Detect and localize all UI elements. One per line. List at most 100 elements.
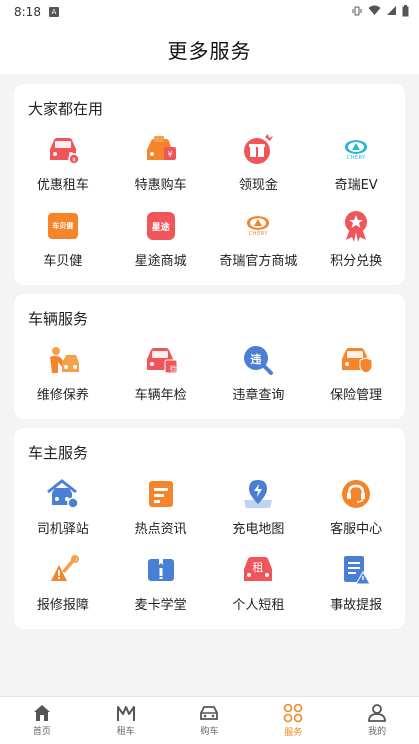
bottom-tab-bar: 首页 租车 购车 服务 我的 <box>0 696 419 744</box>
xingtu-logo-text: 星途 <box>151 222 170 233</box>
service-xingtu-mall[interactable]: 星途 星途商城 <box>112 209 210 269</box>
service-label: 星途商城 <box>134 254 187 269</box>
header: 更多服务 <box>0 24 419 74</box>
service-hot-news[interactable]: 热点资讯 <box>112 477 210 537</box>
chebeijian-logo-text: 车贝健 <box>52 222 74 230</box>
chery-ev-logo-text: CHERY <box>346 155 366 161</box>
service-label: 报修报障 <box>36 598 89 613</box>
service-label: 领现金 <box>238 178 278 193</box>
service-points-exchange[interactable]: 积分兑换 <box>307 209 405 269</box>
service-maika-school[interactable]: 麦卡学堂 <box>112 553 210 613</box>
special-offer-purchase-icon: ¥ <box>144 133 178 167</box>
section-owner-services: 车主服务 司机驿站 热点资讯 充电地图 客服中心 报修报障 麦卡学堂 租 个人短… <box>14 428 405 629</box>
rental-icon <box>116 706 135 721</box>
charging-map-icon <box>241 477 275 511</box>
chery-official-mall-icon: CHERY <box>241 209 275 243</box>
annual-inspection-icon: 检 <box>144 343 178 377</box>
service-label: 保险管理 <box>330 388 383 403</box>
chery-logo-text: CHERY <box>248 231 268 237</box>
notification-icon: A <box>48 7 59 17</box>
service-maintenance[interactable]: 维修保养 <box>14 343 112 403</box>
service-personal-short-rental[interactable]: 租 个人短租 <box>210 553 308 613</box>
service-label: 积分兑换 <box>330 254 383 269</box>
vibrate-icon <box>351 5 363 20</box>
maintenance-icon <box>46 343 80 377</box>
driver-station-icon <box>46 477 80 511</box>
battery-icon <box>402 4 409 20</box>
wifi-icon <box>368 5 381 19</box>
discount-rental-car-icon: ¥ <box>46 133 80 167</box>
service-label: 充电地图 <box>232 522 285 537</box>
insurance-icon <box>339 343 373 377</box>
service-label: 司机驿站 <box>36 522 89 537</box>
section-title: 大家都在用 <box>28 100 104 118</box>
service-label: 特惠购车 <box>134 178 187 193</box>
tab-label: 租车 <box>116 727 135 737</box>
services-icon <box>283 703 303 723</box>
service-chery-ev[interactable]: CHERY 奇瑞EV <box>307 133 405 193</box>
service-charging-map[interactable]: 充电地图 <box>210 477 308 537</box>
status-bar: 8:18 A <box>0 0 419 24</box>
service-label: 热点资讯 <box>134 522 187 537</box>
service-discount-rental[interactable]: ¥ 优惠租车 <box>14 133 112 193</box>
personal-short-rental-icon: 租 <box>241 553 275 587</box>
status-time: 8:18 <box>14 5 41 19</box>
service-driver-station[interactable]: 司机驿站 <box>14 477 112 537</box>
home-icon <box>33 705 50 721</box>
service-label: 优惠租车 <box>36 178 89 193</box>
service-annual-inspection[interactable]: 检 车辆年检 <box>112 343 210 403</box>
profile-icon <box>368 704 386 722</box>
tab-services[interactable]: 服务 <box>251 697 335 744</box>
tab-profile[interactable]: 我的 <box>335 697 419 744</box>
chebeijian-logo-icon: 车贝健 <box>46 209 80 243</box>
service-cash-gift[interactable]: 领现金 <box>210 133 308 193</box>
rental-badge: 租 <box>252 561 264 574</box>
service-label: 违章查询 <box>232 388 285 403</box>
service-label: 奇瑞官方商城 <box>219 254 298 269</box>
page-title: 更多服务 <box>167 38 252 63</box>
signal-icon <box>386 5 397 19</box>
service-label: 车贝健 <box>43 254 83 269</box>
service-chebeijian[interactable]: 车贝健 车贝健 <box>14 209 112 269</box>
section-vehicle-services: 车辆服务 维修保养 检 车辆年检 违 违章查询 保险管理 <box>14 294 405 419</box>
service-label: 维修保养 <box>36 388 89 403</box>
section-title: 车辆服务 <box>28 310 89 328</box>
service-label: 事故提报 <box>330 598 383 613</box>
points-exchange-icon <box>339 209 373 243</box>
maika-school-icon <box>144 553 178 587</box>
tab-buy-car[interactable]: 购车 <box>168 697 252 744</box>
service-customer-service[interactable]: 客服中心 <box>307 477 405 537</box>
customer-service-icon <box>339 477 373 511</box>
service-label: 奇瑞EV <box>334 178 378 193</box>
service-repair-report[interactable]: 报修报障 <box>14 553 112 613</box>
section-title: 车主服务 <box>28 444 89 462</box>
tab-label: 服务 <box>284 728 303 738</box>
violation-query-icon: 违 <box>241 343 275 377</box>
service-violation-query[interactable]: 违 违章查询 <box>210 343 308 403</box>
service-label: 个人短租 <box>232 598 285 613</box>
cash-gift-icon <box>241 133 275 167</box>
service-accident-report[interactable]: 事故提报 <box>307 553 405 613</box>
tab-label: 我的 <box>368 727 387 737</box>
service-label: 车辆年检 <box>134 388 187 403</box>
violation-badge: 违 <box>250 353 262 366</box>
main-content: 大家都在用 ¥ 优惠租车 ¥ 特惠购车 领现金 CHERY 奇瑞EV 车贝健 车… <box>0 74 419 629</box>
service-label: 客服中心 <box>330 522 383 537</box>
tab-rental[interactable]: 租车 <box>84 697 168 744</box>
service-special-purchase[interactable]: ¥ 特惠购车 <box>112 133 210 193</box>
service-chery-official-mall[interactable]: CHERY 奇瑞官方商城 <box>210 209 308 269</box>
service-label: 麦卡学堂 <box>134 598 187 613</box>
chery-ev-logo-icon: CHERY <box>339 133 373 167</box>
tab-label: 首页 <box>32 727 51 737</box>
svg-text:¥: ¥ <box>167 150 172 159</box>
xingtu-mall-logo-icon: 星途 <box>144 209 178 243</box>
tab-home[interactable]: 首页 <box>0 697 84 744</box>
section-popular: 大家都在用 ¥ 优惠租车 ¥ 特惠购车 领现金 CHERY 奇瑞EV 车贝健 车… <box>14 84 405 285</box>
accident-report-icon <box>339 553 373 587</box>
hot-news-icon <box>144 477 178 511</box>
inspection-badge: 检 <box>169 365 177 373</box>
tab-label: 购车 <box>200 727 219 737</box>
service-insurance[interactable]: 保险管理 <box>307 343 405 403</box>
svg-text:¥: ¥ <box>72 157 76 164</box>
repair-report-icon <box>46 553 80 587</box>
